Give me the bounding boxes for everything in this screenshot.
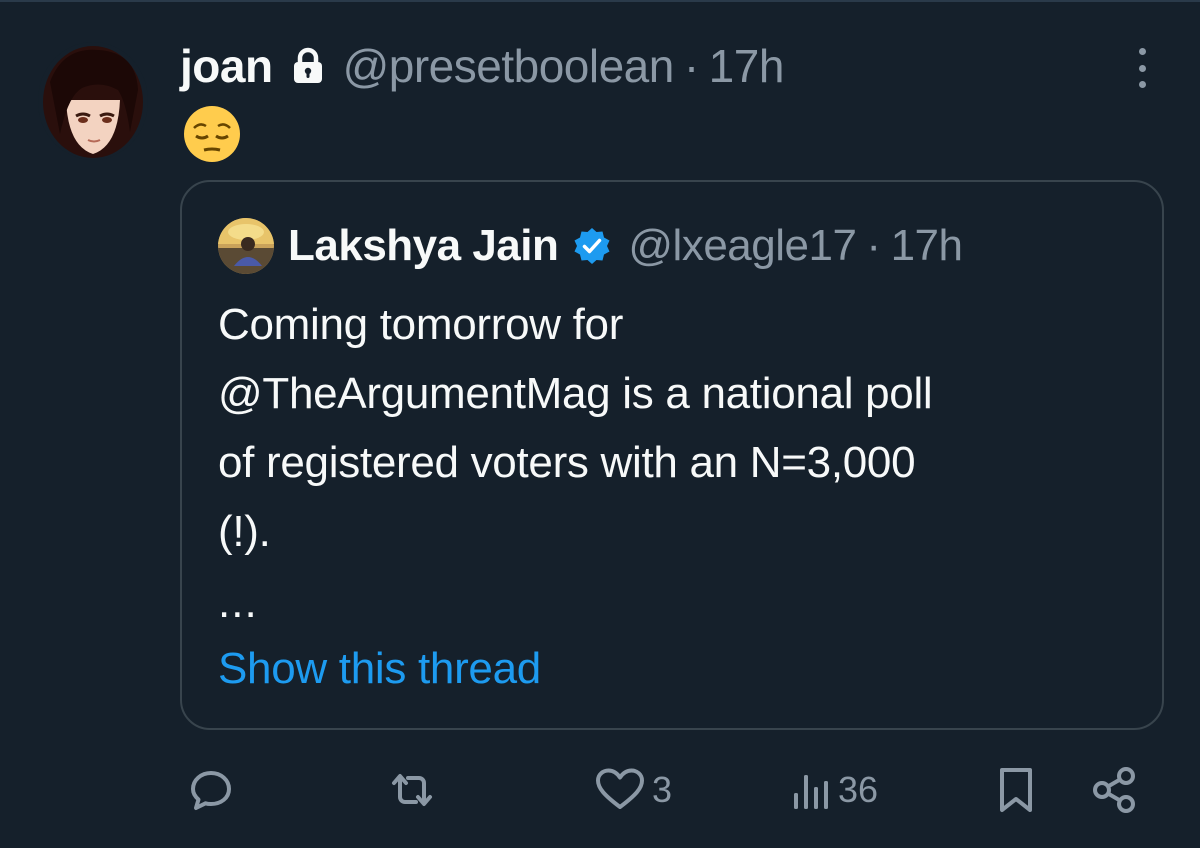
- verified-badge-icon: [572, 226, 612, 266]
- quoted-author-name[interactable]: Lakshya Jain: [288, 221, 559, 271]
- quoted-author-avatar[interactable]: [218, 218, 274, 274]
- author-avatar[interactable]: [38, 42, 148, 160]
- reply-icon: [188, 767, 234, 813]
- retweet-button[interactable]: [386, 760, 438, 820]
- body-line: of registered voters with an N=3,000: [218, 438, 916, 487]
- tweet-timestamp[interactable]: 17h: [709, 39, 785, 93]
- tweet-header: joan @presetboolean · 17h: [180, 36, 784, 96]
- quoted-tweet-card[interactable]: Lakshya Jain @lxeagle17 · 17h Coming tom…: [180, 180, 1164, 730]
- author-name[interactable]: joan: [180, 39, 273, 93]
- share-button[interactable]: [1090, 760, 1138, 820]
- views-button[interactable]: 36: [792, 760, 878, 820]
- more-options-icon[interactable]: [1125, 48, 1159, 88]
- body-line: (!).: [218, 507, 271, 556]
- like-button[interactable]: 3: [594, 760, 672, 820]
- quoted-tweet-header: Lakshya Jain @lxeagle17 · 17h: [218, 218, 963, 274]
- action-bar: 3 36: [0, 760, 1200, 820]
- views-chart-icon: [792, 767, 832, 813]
- top-divider: [0, 0, 1200, 2]
- body-line: @TheArgumentMag is a national poll: [218, 369, 933, 418]
- relieved-face-emoji: [182, 104, 242, 164]
- truncation-ellipsis: ...: [218, 578, 258, 627]
- heart-icon: [594, 767, 646, 813]
- views-count: 36: [838, 769, 879, 810]
- bookmark-icon: [996, 766, 1036, 814]
- bookmark-button[interactable]: [996, 760, 1036, 820]
- like-count: 3: [652, 769, 673, 810]
- quoted-tweet-timestamp[interactable]: 17h: [891, 221, 963, 271]
- separator-dot: ·: [866, 221, 881, 270]
- lock-icon: [291, 47, 325, 85]
- body-line: Coming tomorrow for: [218, 300, 624, 349]
- separator-dot: ·: [683, 40, 699, 92]
- author-handle[interactable]: @presetboolean: [343, 39, 675, 93]
- share-icon: [1090, 766, 1138, 814]
- reply-button[interactable]: [188, 760, 234, 820]
- show-thread-link[interactable]: Show this thread: [218, 644, 541, 694]
- quoted-tweet-body: Coming tomorrow for @TheArgumentMag is a…: [218, 290, 1138, 566]
- retweet-icon: [386, 767, 438, 813]
- quoted-author-handle[interactable]: @lxeagle17: [628, 221, 857, 271]
